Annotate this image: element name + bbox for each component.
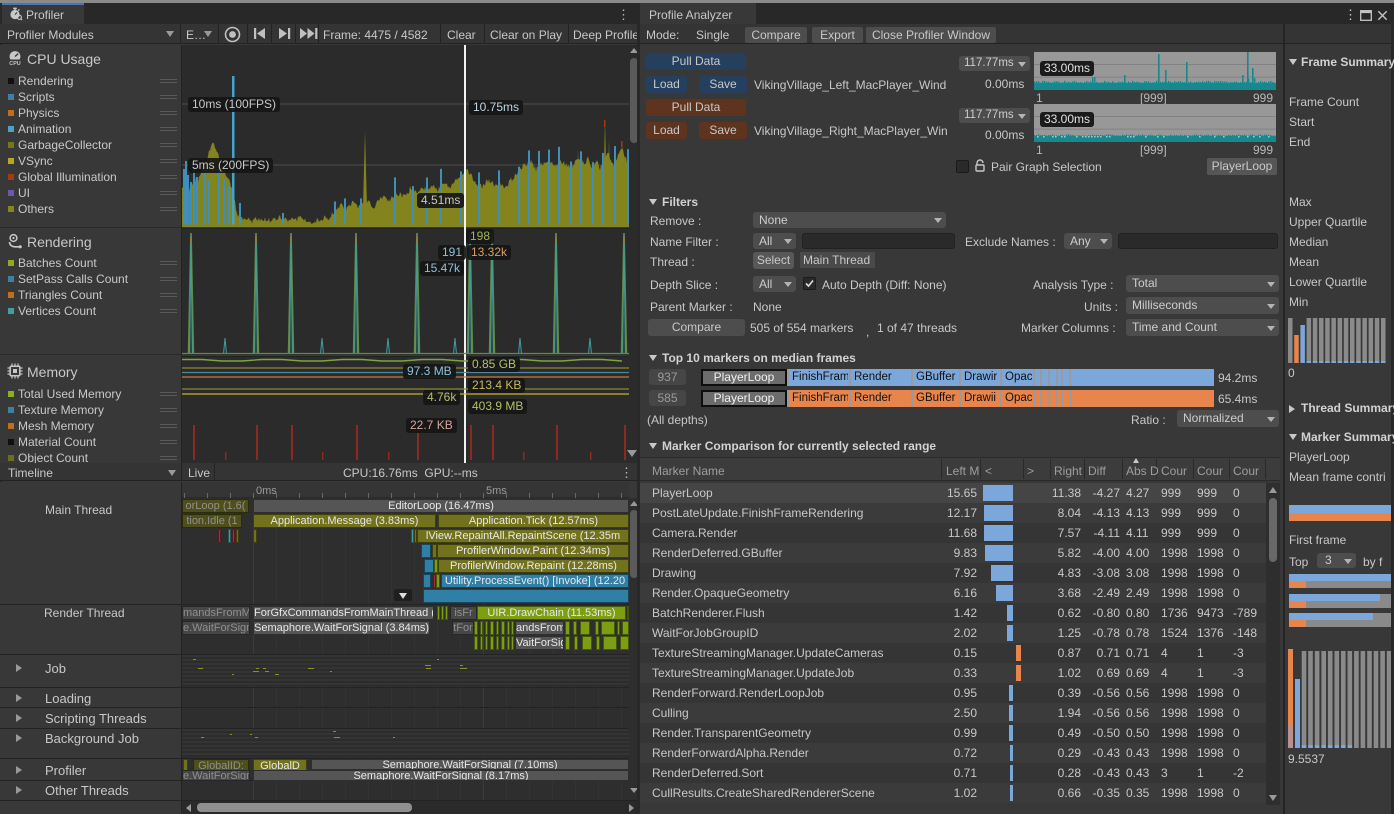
svg-text:CPU: CPU (9, 61, 20, 66)
